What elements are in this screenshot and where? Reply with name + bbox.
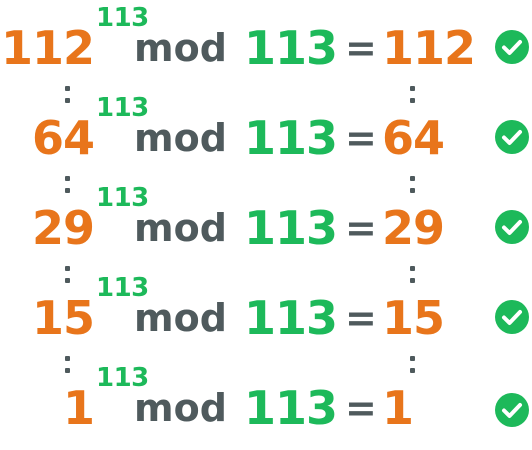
mod-operator: mod bbox=[134, 296, 227, 340]
equals-sign: = bbox=[345, 116, 377, 160]
mod-operator: mod bbox=[134, 116, 227, 160]
equation-row: 64 113 mod 113 = 64 bbox=[0, 90, 532, 180]
equation-row: 1 113 mod 113 = 1 bbox=[0, 360, 532, 450]
modulus: 113 bbox=[244, 381, 338, 435]
modulus: 113 bbox=[244, 201, 338, 255]
base-number: 15 bbox=[31, 291, 95, 345]
base-number: 64 bbox=[31, 111, 95, 165]
equals-sign: = bbox=[345, 26, 377, 70]
modulus: 113 bbox=[244, 111, 338, 165]
equation-row: 15 113 mod 113 = 15 bbox=[0, 270, 532, 360]
equation-row: 29 113 mod 113 = 29 bbox=[0, 180, 532, 270]
equals-sign: = bbox=[345, 206, 377, 250]
check-circle-icon bbox=[495, 393, 529, 427]
equals-sign: = bbox=[345, 296, 377, 340]
result-number: 112 bbox=[382, 21, 476, 75]
mod-operator: mod bbox=[134, 386, 227, 430]
check-circle-icon bbox=[495, 30, 529, 64]
modulus: 113 bbox=[244, 21, 338, 75]
result-number: 64 bbox=[382, 111, 445, 165]
modulus: 113 bbox=[244, 291, 338, 345]
check-circle-icon bbox=[495, 300, 529, 334]
check-circle-icon bbox=[495, 210, 529, 244]
base-number: 1 bbox=[62, 381, 95, 435]
equation-row: 112 113 mod 113 = 112 bbox=[0, 0, 532, 90]
mod-operator: mod bbox=[134, 206, 227, 250]
equals-sign: = bbox=[345, 386, 377, 430]
base-number: 112 bbox=[0, 21, 95, 75]
mod-operator: mod bbox=[134, 26, 227, 70]
result-number: 15 bbox=[382, 291, 445, 345]
result-number: 29 bbox=[382, 201, 445, 255]
base-number: 29 bbox=[31, 201, 95, 255]
result-number: 1 bbox=[382, 381, 414, 435]
check-circle-icon bbox=[495, 120, 529, 154]
